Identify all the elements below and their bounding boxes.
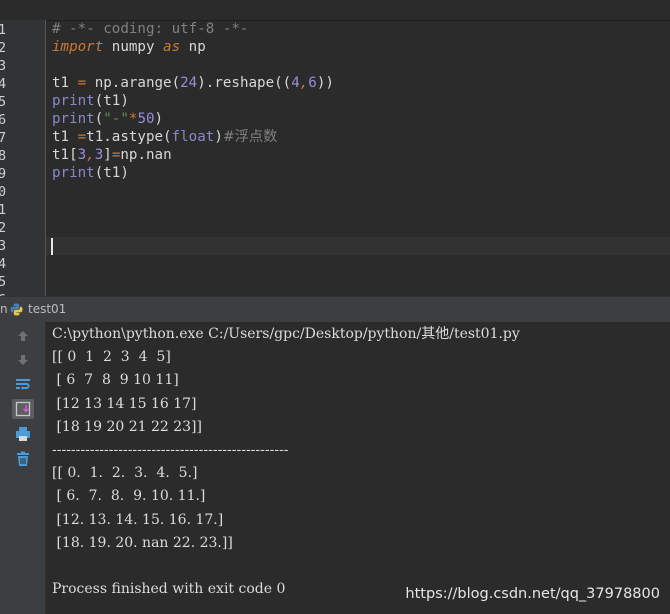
current-line-highlight [46, 237, 670, 255]
code-editor[interactable]: 1 2 3 4 5 6 7 8 9 0 1 2 3 4 5 6 # -*- coding: utf-8 -*-… [0, 0, 670, 296]
code-token: ).reshape(( [197, 75, 292, 91]
down-button[interactable] [12, 350, 34, 370]
console-command-line: C:\python\python.exe C:/Users/gpc/Deskto… [52, 326, 520, 342]
code-token: 24 [180, 75, 198, 91]
line-number: 6 [0, 112, 7, 128]
code-token: (t1) [94, 165, 129, 181]
code-token: t1.astype( [86, 129, 172, 145]
code-line: print(t1) [52, 164, 129, 182]
code-token: np.nan [120, 147, 172, 163]
code-token: 50 [137, 111, 155, 127]
code-token: "-" [103, 111, 129, 127]
print-button[interactable] [12, 424, 34, 444]
soft-wrap-button[interactable] [12, 374, 34, 394]
code-token: ) [154, 111, 164, 127]
watermark-url: https://blog.csdn.net/qq_37978800 [405, 586, 660, 602]
code-token: 3 [94, 147, 104, 163]
line-number: 3 [0, 58, 7, 74]
rerun-up-button[interactable] [12, 326, 34, 346]
code-token: ] [103, 147, 112, 163]
console-exit-message: Process finished with exit code 0 [52, 581, 286, 598]
console-line: [18 19 20 21 22 23]] [52, 418, 202, 435]
code-token: # -*- coding: utf-8 -*- [52, 21, 249, 37]
text-cursor [51, 238, 53, 255]
code-line: import numpy as np [52, 38, 206, 56]
trash-icon [17, 451, 29, 466]
code-token: print [52, 165, 95, 181]
code-token: ) [214, 129, 223, 145]
line-number: 1 [0, 202, 7, 218]
clear-all-button[interactable] [12, 449, 34, 469]
editor-top-strip [0, 0, 670, 21]
console-line: ----------------------------------------… [52, 442, 289, 458]
down-arrow-icon [18, 355, 28, 365]
code-line: t1 = np.arange(24).reshape((4,6)) [52, 74, 334, 92]
code-token: = [77, 75, 87, 91]
line-number: 8 [0, 148, 7, 164]
console-line: [12 13 14 15 16 17] [52, 395, 197, 412]
code-line: # -*- coding: utf-8 -*- [52, 20, 248, 38]
run-tab-test01[interactable]: test01 [28, 302, 66, 316]
code-token: t1 [52, 129, 78, 145]
line-number: 5 [0, 94, 7, 110]
line-number: 3 [0, 238, 7, 254]
run-tab-prefix: n [0, 302, 8, 316]
up-arrow-icon [18, 331, 28, 341]
code-token: 3 [77, 147, 87, 163]
line-number: 2 [0, 40, 7, 56]
run-toolbar [0, 322, 46, 614]
console-line: [ 6 7 8 9 10 11] [52, 372, 179, 389]
line-number-gutter: 1234567890123456 [0, 20, 46, 296]
console-output[interactable]: C:\python\python.exe C:/Users/gpc/Deskto… [46, 322, 670, 614]
code-line: print(t1) [52, 92, 129, 110]
line-number: 0 [0, 184, 7, 200]
code-line: t1 =t1.astype(float)#浮点数 [52, 128, 277, 146]
code-token: ( [94, 111, 104, 127]
line-number: 5 [0, 274, 7, 290]
console-line: [ 6. 7. 8. 9. 10. 11.] [52, 488, 206, 505]
console-line: [[ 0 1 2 3 4 5] [52, 349, 171, 366]
line-number: 1 [0, 22, 7, 38]
scroll-to-end-icon [15, 401, 31, 417]
code-token: import [52, 39, 104, 55]
line-number: 7 [0, 130, 7, 146]
code-token: )) [316, 75, 334, 91]
code-token: print [52, 111, 95, 127]
soft-wrap-icon [16, 379, 30, 390]
code-token: #浮点数 [222, 129, 278, 145]
scroll-to-end-button[interactable] [12, 399, 34, 419]
console-line: [[ 0. 1. 2. 3. 4. 5.] [52, 465, 198, 482]
code-token: numpy [103, 39, 164, 55]
code-line: print("-"*50) [52, 110, 163, 128]
code-token: np.arange( [86, 75, 181, 91]
line-number: 2 [0, 220, 7, 236]
code-token: , [299, 75, 309, 91]
code-token: t1[ [52, 147, 78, 163]
console-line: [12. 13. 14. 15. 16. 17.] [52, 511, 224, 528]
line-number: 4 [0, 76, 7, 92]
code-token: as [163, 39, 181, 55]
run-tab-bar: n test01 [0, 296, 670, 323]
code-line: t1[3,3]=np.nan [52, 146, 172, 164]
code-token: = [77, 129, 87, 145]
print-icon [16, 427, 30, 441]
code-token: float [171, 129, 215, 145]
code-token: , [86, 147, 95, 163]
code-token: print [52, 93, 95, 109]
code-token: 6 [308, 75, 317, 91]
code-token: np [180, 39, 206, 55]
python-icon [10, 303, 23, 316]
code-token: t1 [52, 75, 78, 91]
code-token: 4 [291, 75, 300, 91]
code-token: (t1) [94, 93, 129, 109]
line-number: 4 [0, 256, 7, 272]
console-line: [18. 19. 20. nan 22. 23.]] [52, 534, 233, 551]
line-number: 9 [0, 166, 7, 182]
